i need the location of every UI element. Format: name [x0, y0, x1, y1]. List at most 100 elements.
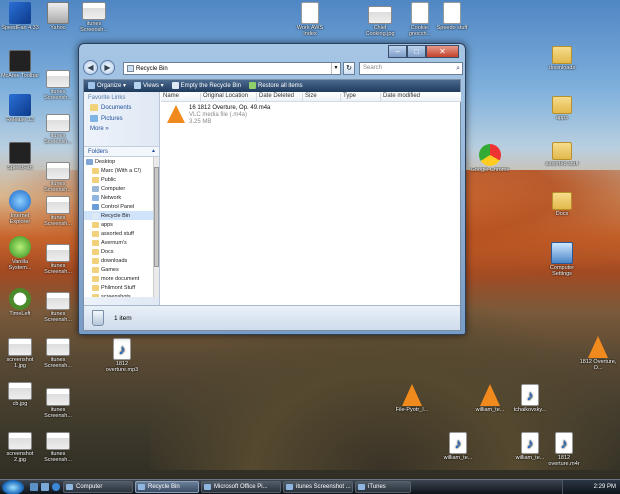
desktop-icon[interactable]: ♪ tchaikovsky... [510, 384, 550, 413]
column-date-deleted[interactable]: Date Deleted [257, 93, 303, 101]
column-original-location[interactable]: Original Location [201, 93, 257, 101]
tree-item[interactable]: screenshots [84, 292, 159, 297]
shot-icon [8, 382, 32, 400]
desktop-icon[interactable]: 1812 Overture, O... [578, 336, 618, 371]
file-item[interactable]: 16 1812 Overture, Op. 49.m4a VLC media f… [167, 105, 270, 126]
refresh-button[interactable]: ↻ [343, 62, 355, 75]
tree-item[interactable]: Control Panel [84, 202, 159, 211]
views-button[interactable]: Views ▾ [134, 82, 164, 90]
column-type[interactable]: Type [341, 93, 381, 101]
minimize-button[interactable]: – [388, 45, 407, 58]
tree-scrollbar[interactable] [153, 157, 159, 297]
folders-header[interactable]: Folders ▲ [84, 146, 159, 157]
tree-item-label: Control Panel [101, 203, 135, 210]
taskbar-button[interactable]: Computer [63, 481, 133, 493]
quicklaunch-switch-icon[interactable] [41, 483, 49, 491]
tree-item[interactable]: Docs [84, 247, 159, 256]
desktop-icon[interactable]: ♪ 1812 overture.mp3 [102, 338, 142, 373]
tree-item-label: Philmont Stuff [101, 284, 136, 291]
music-icon: ♪ [521, 432, 539, 454]
tree-item[interactable]: Computer [84, 184, 159, 193]
desktop-icon[interactable]: assorted stuff [542, 142, 582, 167]
desktop-icon[interactable]: McAfee Toolbar [0, 50, 40, 79]
forward-button[interactable]: ▶ [100, 60, 115, 75]
desktop-icon[interactable]: Google Chrome [470, 144, 510, 173]
quicklaunch-desktop-icon[interactable] [30, 483, 38, 491]
desktop-icon[interactable]: Computer Settings [542, 242, 582, 277]
desktop-icon[interactable]: Release 13 [0, 94, 40, 123]
desktop-icon[interactable]: ♪ william_te... [438, 432, 478, 461]
desktop-icon[interactable]: itunes Screensh... [38, 162, 78, 193]
favorite-documents[interactable]: Documents [84, 102, 159, 113]
favorite-pictures[interactable]: Pictures [84, 113, 159, 124]
desktop-icon[interactable]: itunes Screensh... [38, 292, 78, 323]
scroll-thumb[interactable] [154, 167, 159, 267]
desktop-icon[interactable]: itunes Screensh... [38, 244, 78, 275]
folder-icon [92, 221, 99, 228]
desktop-icon[interactable]: Speedo stuff [432, 2, 472, 31]
taskbar-button[interactable]: itunes Screenshot ... [283, 481, 353, 493]
tree-item[interactable]: Avernum's [84, 238, 159, 247]
desktop-icon[interactable]: william_te... [470, 384, 510, 413]
tree-item[interactable]: Marc (With a C!) [84, 166, 159, 175]
clock[interactable]: 2:29 PM [594, 484, 616, 490]
desktop-icon[interactable]: screenshot 2.jpg [0, 432, 40, 463]
desktop-icon[interactable]: downloads [542, 46, 582, 71]
desktop-icon[interactable]: itunes Screensh... [38, 432, 78, 463]
desktop-icon[interactable]: itunes Screensh... [38, 70, 78, 101]
desktop-icon-label: downloads [548, 65, 576, 71]
search-icon[interactable]: ⌕ [456, 63, 460, 74]
tree-item[interactable]: Public [84, 175, 159, 184]
desktop-icon[interactable]: Internet Explorer [0, 190, 40, 225]
desktop-icon[interactable]: itunes Screensh... [38, 196, 78, 227]
chevron-down-icon[interactable]: ▼ [331, 63, 340, 74]
start-button[interactable] [2, 479, 24, 494]
desktop-icon[interactable]: Yahoo [38, 2, 78, 31]
tree-item[interactable]: Games [84, 265, 159, 274]
taskbar-button[interactable]: Microsoft Office Pi... [201, 481, 281, 493]
desktop-icon[interactable]: itunes Screensh... [38, 388, 78, 419]
favorite-label: Pictures [101, 115, 123, 122]
empty-recycle-bin-button[interactable]: Empty the Recycle Bin [171, 82, 241, 90]
desktop-icon[interactable]: TimeLeft [0, 288, 40, 317]
tree-item[interactable]: more document [84, 274, 159, 283]
desktop-icon[interactable]: Docs [542, 192, 582, 217]
file-type: VLC media file (.m4a) [189, 112, 248, 118]
desktop-icon[interactable]: screenshot 1.jpg [0, 338, 40, 369]
desktop-icon[interactable]: Work AWS Index [290, 2, 330, 37]
desktop-icon[interactable]: itunes Screensh... [74, 2, 114, 33]
column-size[interactable]: Size [303, 93, 341, 101]
desktop-icon[interactable]: Chief Cooking.jpg [360, 6, 400, 37]
organize-button[interactable]: Organize ▾ [88, 82, 126, 90]
more-links[interactable]: More » [84, 124, 159, 134]
quicklaunch-ie-icon[interactable] [52, 483, 60, 491]
desktop-icon[interactable]: SpeedFan [0, 142, 40, 171]
desktop-icon[interactable]: itunes Screensh... [38, 338, 78, 369]
tree-item[interactable]: downloads [84, 256, 159, 265]
column-name[interactable]: Name [161, 93, 201, 101]
desktop-icon[interactable]: ♪ 1812 overture.m4r [544, 432, 584, 467]
desktop-icon[interactable]: SpeedFan 4.33 [0, 2, 40, 31]
desktop-icon[interactable]: itunes Screensh... [38, 114, 78, 145]
tree-item[interactable]: apps [84, 220, 159, 229]
desktop-icon[interactable]: Vanilla System... [0, 236, 40, 271]
column-date-modified[interactable]: Date modified [381, 93, 461, 101]
restore-all-button[interactable]: Restore all items [249, 82, 303, 90]
tree-item[interactable]: Network [84, 193, 159, 202]
close-button[interactable]: ✕ [426, 45, 459, 58]
address-bar[interactable]: Recycle Bin ▼ [123, 62, 341, 75]
taskbar-button[interactable]: iTunes [355, 481, 411, 493]
taskbar-button[interactable]: Recycle Bin [135, 481, 199, 493]
back-button[interactable]: ◀ [83, 60, 98, 75]
desktop-icon-label: itunes Screensh... [44, 263, 72, 275]
tree-item[interactable]: Recycle Bin [84, 211, 159, 220]
desktop-icon[interactable]: cb.jpg [0, 382, 40, 407]
desktop-icon[interactable]: apps [542, 96, 582, 121]
maximize-button[interactable]: □ [407, 45, 426, 58]
desktop-icon-label: Docs [555, 211, 569, 217]
tree-item[interactable]: Desktop [84, 157, 159, 166]
search-input[interactable]: Search ⌕ [359, 62, 463, 75]
tree-item[interactable]: Philmont Stuff [84, 283, 159, 292]
tree-item[interactable]: assorted stuff [84, 229, 159, 238]
desktop-icon[interactable]: File-Pyotr_I... [392, 384, 432, 413]
